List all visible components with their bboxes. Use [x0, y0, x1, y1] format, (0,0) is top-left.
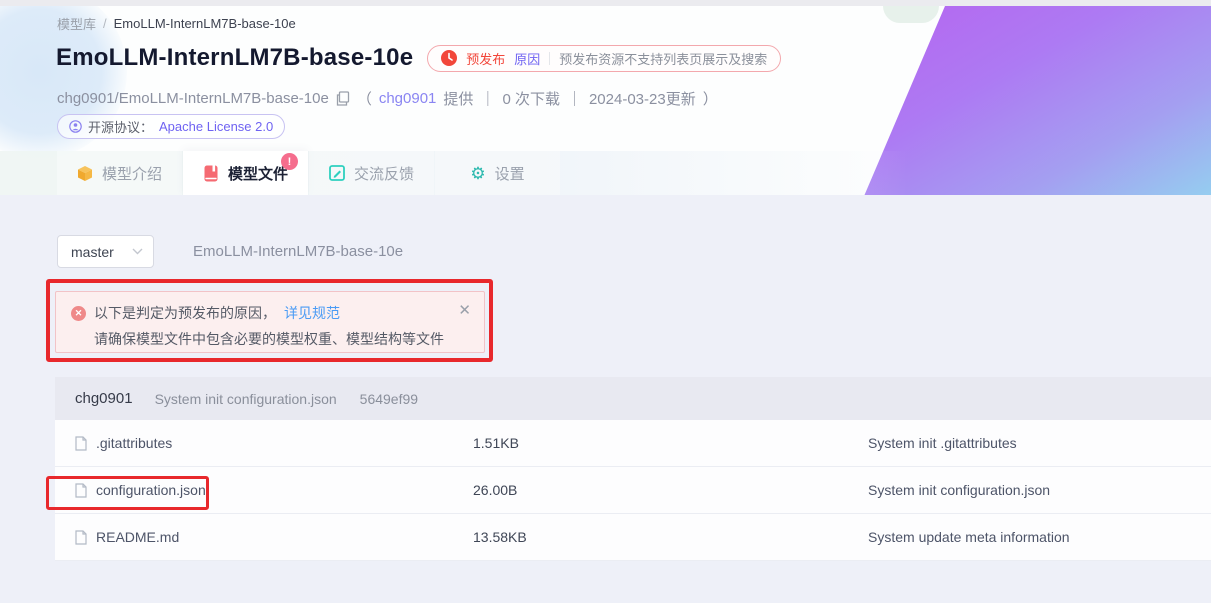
latest-commit-bar: chg0901 System init configuration.json 5…: [55, 377, 1211, 420]
table-row: README.md 13.58KB System update meta inf…: [55, 514, 1211, 561]
prerelease-badge: 预发布 原因 预发布资源不支持列表页展示及搜索: [427, 45, 781, 72]
file-link-configuration-json[interactable]: configuration.json: [75, 482, 473, 498]
page-title: EmoLLM-InternLM7B-base-10e: [56, 44, 413, 72]
prerelease-status-label: 预发布: [466, 49, 505, 68]
file-commit-description: System init .gitattributes: [868, 435, 1211, 451]
tab-bar: 模型介绍 模型文件 ! 交流反馈 ⚙ 设置: [0, 151, 1211, 195]
page-header: 模型库 / EmoLLM-InternLM7B-base-10e EmoLLM-…: [0, 6, 1211, 195]
file-name-label: configuration.json: [96, 482, 206, 498]
meta-separator-1: ｜: [480, 88, 495, 109]
file-size: 26.00B: [473, 482, 868, 498]
file-table: chg0901 System init configuration.json 5…: [55, 377, 1211, 561]
tab-feedback-label: 交流反馈: [354, 163, 414, 184]
repo-name-label: EmoLLM-InternLM7B-base-10e: [193, 243, 403, 260]
repo-subtitle: chg0901/EmoLLM-InternLM7B-base-10e （ chg0…: [57, 88, 718, 109]
license-person-icon: [69, 120, 82, 133]
tab-model-intro-label: 模型介绍: [102, 163, 162, 184]
breadcrumb-model-library-link[interactable]: 模型库: [57, 14, 96, 33]
meta-separator-2: ｜: [567, 88, 582, 109]
download-count: 0 次下载: [502, 88, 560, 109]
main-content: master EmoLLM-InternLM7B-base-10e ✕ 以下是判…: [0, 195, 1211, 603]
provider-suffix: 提供: [443, 88, 473, 109]
meta-open-paren: （: [357, 88, 372, 109]
breadcrumb-current: EmoLLM-InternLM7B-base-10e: [114, 16, 296, 31]
license-label: 开源协议：: [88, 117, 153, 136]
prerelease-alert: ✕ 以下是判定为预发布的原因， 详见规范 请确保模型文件中包含必要的模型权重、模…: [55, 291, 485, 353]
tab-settings-label: 设置: [495, 163, 525, 184]
table-row: configuration.json 26.00B System init co…: [55, 467, 1211, 514]
repo-path: chg0901/EmoLLM-InternLM7B-base-10e: [57, 90, 329, 107]
meta-close-paren: ）: [703, 88, 718, 109]
chevron-down-icon: [132, 248, 143, 255]
copy-icon[interactable]: [336, 91, 350, 106]
tab-model-files-label: 模型文件: [228, 163, 288, 184]
file-icon: [75, 436, 87, 451]
spec-link[interactable]: 详见规范: [284, 303, 340, 323]
edit-icon: [329, 165, 345, 181]
book-icon: [203, 165, 219, 182]
breadcrumb-separator: /: [103, 16, 107, 31]
green-blob-decoration: [883, 6, 939, 23]
file-link-readme[interactable]: README.md: [75, 529, 473, 545]
file-name-label: README.md: [96, 529, 179, 545]
file-name-label: .gitattributes: [96, 435, 172, 451]
tab-model-files[interactable]: 模型文件 !: [183, 151, 308, 195]
file-icon: [75, 530, 87, 545]
alert-text-2: 请确保模型文件中包含必要的模型权重、模型结构等文件: [94, 329, 484, 349]
provider-link[interactable]: chg0901: [379, 90, 437, 107]
tab-feedback[interactable]: 交流反馈: [309, 151, 434, 195]
commit-message: System init configuration.json: [155, 391, 337, 407]
prerelease-note: 预发布资源不支持列表页展示及搜索: [559, 49, 767, 68]
updated-date: 2024-03-23更新: [589, 88, 696, 109]
file-size: 1.51KB: [473, 435, 868, 451]
clock-icon: [441, 50, 457, 66]
gear-icon: ⚙: [470, 165, 485, 182]
file-size: 13.58KB: [473, 529, 868, 545]
badge-divider: [549, 52, 550, 65]
alert-text-1: 以下是判定为预发布的原因，: [94, 303, 276, 323]
branch-selected-value: master: [71, 244, 114, 260]
branch-selector[interactable]: master: [57, 235, 154, 268]
file-commit-description: System init configuration.json: [868, 482, 1211, 498]
file-commit-description: System update meta information: [868, 529, 1211, 545]
tab-alert-badge: !: [281, 153, 298, 170]
tab-settings[interactable]: ⚙ 设置: [435, 151, 560, 195]
error-circle-icon: ✕: [71, 306, 86, 321]
file-icon: [75, 483, 87, 498]
table-row: .gitattributes 1.51KB System init .gitat…: [55, 420, 1211, 467]
title-row: EmoLLM-InternLM7B-base-10e 预发布 原因 预发布资源不…: [56, 44, 781, 72]
license-value-link[interactable]: Apache License 2.0: [159, 119, 273, 134]
branch-row: master EmoLLM-InternLM7B-base-10e: [57, 235, 403, 268]
alert-line-1: ✕ 以下是判定为预发布的原因， 详见规范: [71, 303, 484, 323]
alert-close-icon[interactable]: ✕: [458, 301, 471, 319]
prerelease-reason-link[interactable]: 原因: [514, 49, 540, 68]
tab-model-intro[interactable]: 模型介绍: [57, 151, 182, 195]
model-repo-page: 模型库 / EmoLLM-InternLM7B-base-10e EmoLLM-…: [0, 0, 1211, 603]
cube-icon: [77, 165, 93, 182]
commit-hash[interactable]: 5649ef99: [360, 391, 418, 407]
file-link-gitattributes[interactable]: .gitattributes: [75, 435, 473, 451]
license-badge[interactable]: 开源协议： Apache License 2.0: [57, 114, 285, 139]
breadcrumb: 模型库 / EmoLLM-InternLM7B-base-10e: [57, 14, 296, 33]
commit-author[interactable]: chg0901: [75, 390, 133, 407]
